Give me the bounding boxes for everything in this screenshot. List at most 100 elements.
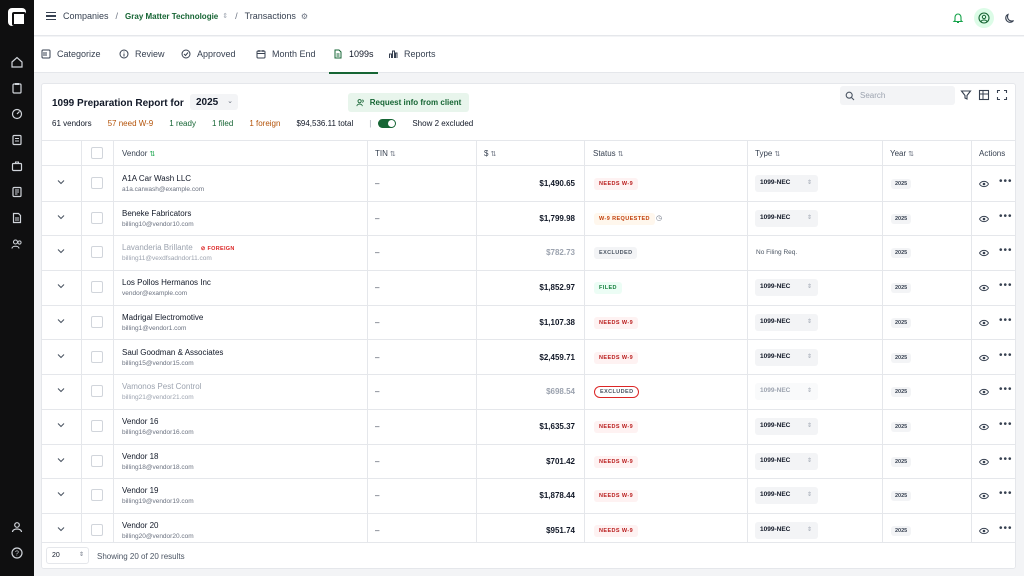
type-select[interactable]: 1099-NEC ⇕ <box>755 487 818 505</box>
page-size-select[interactable]: 20 ⇕ <box>46 547 89 564</box>
report-icon[interactable] <box>11 186 23 198</box>
eye-icon[interactable] <box>979 458 989 466</box>
fullscreen-icon[interactable] <box>996 89 1008 101</box>
column-tin[interactable]: TIN ⇅ <box>375 149 396 158</box>
vendor-name[interactable]: Vendor 19 <box>122 486 158 495</box>
chevron-down-icon[interactable] <box>57 282 65 290</box>
chevron-updown-icon[interactable]: ⇕ <box>222 12 228 20</box>
app-logo[interactable] <box>8 8 26 26</box>
column-status[interactable]: Status ⇅ <box>593 149 624 158</box>
table-row[interactable]: Los Pollos Hermanos Inc vendor@example.c… <box>42 271 1015 306</box>
table-row[interactable]: Vendor 19 billing19@vendor19.com – $1,87… <box>42 479 1015 514</box>
stat-need-w9[interactable]: 57 need W-9 <box>108 119 154 128</box>
column-year[interactable]: Year ⇅ <box>890 149 914 158</box>
eye-icon[interactable] <box>979 180 989 188</box>
table-row[interactable]: A1A Car Wash LLC a1a.carwash@example.com… <box>42 167 1015 202</box>
vendor-name[interactable]: Saul Goodman & Associates <box>122 348 223 357</box>
row-checkbox[interactable] <box>91 350 103 363</box>
eye-icon[interactable] <box>979 319 989 327</box>
more-actions-icon[interactable]: ••• <box>999 488 1013 499</box>
profile-icon[interactable] <box>11 521 23 533</box>
eye-icon[interactable] <box>979 284 989 292</box>
columns-icon[interactable] <box>978 89 990 101</box>
eye-icon[interactable] <box>979 354 989 362</box>
bell-icon[interactable] <box>952 12 964 24</box>
tab-1099s[interactable]: 1099s <box>329 49 378 74</box>
more-actions-icon[interactable]: ••• <box>999 523 1013 534</box>
stat-foreign[interactable]: 1 foreign <box>249 119 280 128</box>
type-select[interactable]: 1099-NEC ⇕ <box>755 175 818 192</box>
more-actions-icon[interactable]: ••• <box>999 280 1013 291</box>
search-input[interactable] <box>860 91 950 100</box>
more-actions-icon[interactable]: ••• <box>999 211 1013 222</box>
column-type[interactable]: Type ⇅ <box>755 149 780 158</box>
users-icon[interactable] <box>11 238 23 250</box>
type-select[interactable]: 1099-NEC ⇕ <box>755 417 818 435</box>
briefcase-icon[interactable] <box>11 160 23 172</box>
row-checkbox[interactable] <box>91 385 103 398</box>
row-checkbox[interactable] <box>91 211 103 224</box>
row-checkbox[interactable] <box>91 177 103 189</box>
eye-icon[interactable] <box>979 492 989 500</box>
chevron-down-icon[interactable] <box>57 490 65 498</box>
more-actions-icon[interactable]: ••• <box>999 454 1013 465</box>
row-checkbox[interactable] <box>91 419 103 432</box>
stat-ready[interactable]: 1 ready <box>169 119 196 128</box>
gear-icon[interactable]: ⚙ <box>301 12 308 21</box>
tab-month-end[interactable]: Month End <box>256 49 316 59</box>
row-checkbox[interactable] <box>91 489 103 502</box>
more-actions-icon[interactable]: ••• <box>999 176 1013 187</box>
eye-icon[interactable] <box>979 249 989 257</box>
eye-icon[interactable] <box>979 423 989 431</box>
stat-filed[interactable]: 1 filed <box>212 119 233 128</box>
type-select[interactable]: 1099-NEC ⇕ <box>755 452 818 470</box>
chevron-down-icon[interactable] <box>57 247 65 255</box>
row-checkbox[interactable] <box>91 524 103 536</box>
chevron-down-icon[interactable] <box>57 213 65 221</box>
filter-icon[interactable] <box>960 89 972 101</box>
table-row[interactable]: Vamonos Pest Control billing21@vendor21.… <box>42 375 1015 410</box>
menu-icon[interactable] <box>46 12 56 20</box>
ledger-icon[interactable] <box>11 134 23 146</box>
row-checkbox[interactable] <box>91 315 103 328</box>
chevron-down-icon[interactable] <box>57 525 65 533</box>
company-switcher[interactable]: Gray Matter Technologie <box>125 12 218 21</box>
chevron-down-icon[interactable] <box>57 386 65 394</box>
vendor-name[interactable]: Vendor 20 <box>122 521 158 530</box>
gauge-icon[interactable] <box>11 108 23 120</box>
table-row[interactable]: Saul Goodman & Associates billing15@vend… <box>42 341 1015 376</box>
clipboard-icon[interactable] <box>11 82 23 94</box>
year-select[interactable]: 2025 ⌄ <box>190 94 238 110</box>
tab-review[interactable]: Review <box>119 49 165 59</box>
eye-icon[interactable] <box>979 388 989 396</box>
row-checkbox[interactable] <box>91 246 103 259</box>
vendor-name[interactable]: Beneke Fabricators <box>122 209 191 218</box>
more-actions-icon[interactable]: ••• <box>999 419 1013 430</box>
chevron-down-icon[interactable] <box>57 421 65 429</box>
vendor-name[interactable]: Vamonos Pest Control <box>122 382 201 391</box>
vendor-name[interactable]: A1A Car Wash LLC <box>122 174 191 183</box>
eye-icon[interactable] <box>979 527 989 535</box>
help-icon[interactable]: ? <box>11 547 23 559</box>
type-select[interactable]: 1099-NEC ⇕ <box>755 279 818 297</box>
show-excluded-toggle[interactable] <box>378 119 397 128</box>
table-row[interactable]: Lavanderia Brillante ⊘ FOREIGN billing11@… <box>42 236 1015 272</box>
type-select[interactable]: 1099-NEC ⇕ <box>755 522 818 539</box>
table-row[interactable]: Vendor 18 billing18@vendor18.com – $701.… <box>42 445 1015 480</box>
chevron-down-icon[interactable] <box>57 456 65 464</box>
table-row[interactable]: Beneke Fabricators billing10@vendor10.co… <box>42 202 1015 237</box>
type-select[interactable]: 1099-NEC ⇕ <box>755 313 818 331</box>
table-row[interactable]: Madrigal Electromotive billing1@vendor1.… <box>42 306 1015 341</box>
more-actions-icon[interactable]: ••• <box>999 350 1013 361</box>
vendor-name[interactable]: Los Pollos Hermanos Inc <box>122 278 211 287</box>
row-checkbox[interactable] <box>91 281 103 294</box>
tab-approved[interactable]: Approved <box>181 49 236 59</box>
moon-icon[interactable] <box>1004 12 1016 24</box>
breadcrumb-companies[interactable]: Companies <box>63 11 109 21</box>
vendor-name[interactable]: Vendor 16 <box>122 417 158 426</box>
chevron-down-icon[interactable] <box>57 317 65 325</box>
eye-icon[interactable] <box>979 215 989 223</box>
home-icon[interactable] <box>11 56 23 68</box>
table-row[interactable]: Vendor 16 billing16@vendor16.com – $1,63… <box>42 410 1015 445</box>
column-vendor[interactable]: Vendor ⇅ <box>122 149 155 158</box>
